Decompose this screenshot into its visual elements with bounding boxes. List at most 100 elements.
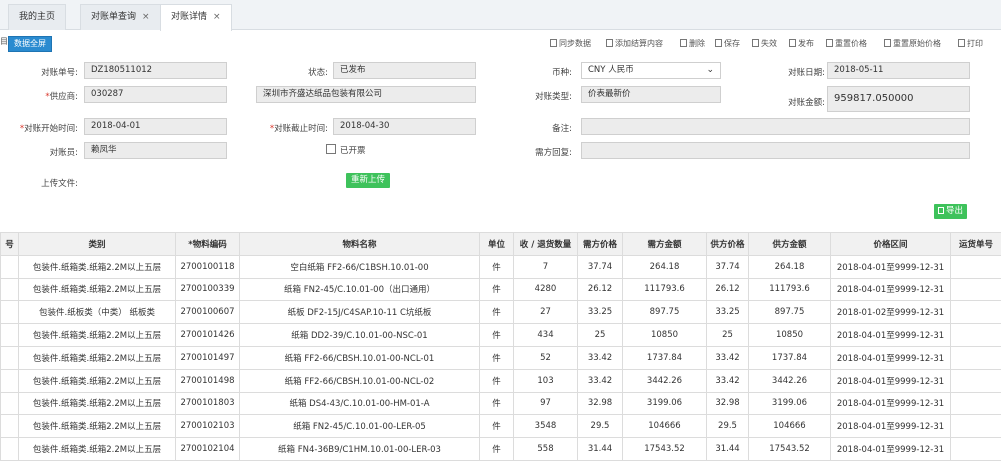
cell-supplier-amount: 897.75 — [748, 300, 831, 325]
delete-button[interactable]: 删除 — [678, 37, 707, 52]
reset-price-button[interactable]: 重置价格 — [824, 37, 869, 52]
cell-category: 包装件.纸箱类.纸箱2.2M以上五层 — [18, 345, 176, 370]
cell-buyer-amount: 10850 — [622, 323, 707, 347]
cell-supplier-amount: 3199.06 — [748, 391, 831, 416]
export-button[interactable]: 导出 — [934, 204, 968, 219]
reupload-button[interactable]: 重新上传 — [346, 173, 391, 188]
cell-no — [0, 414, 19, 439]
cell-material-code: 2700101497 — [175, 345, 240, 370]
currency-select[interactable]: CNY 人民币 ⌄ — [581, 62, 721, 79]
fullscreen-label: 数据全屏 — [14, 39, 46, 48]
cell-no — [0, 345, 19, 370]
statement-table: 号 类别 *物料编码 物料名称 单位 收 / 退货数量 需方价格 需方金额 供方… — [0, 232, 1001, 461]
statement-no-field[interactable]: DZ180511012 — [84, 62, 227, 79]
export-icon — [938, 207, 944, 214]
amount-field[interactable]: 959817.050000 — [827, 86, 970, 112]
statement-type-label: 对账类型: — [535, 92, 572, 102]
supplier-code-field[interactable]: 030287 — [84, 86, 227, 103]
button-label: 删除 — [689, 39, 705, 48]
cell-buyer-price: 33.25 — [577, 300, 623, 325]
publish-button[interactable]: 发布 — [787, 37, 816, 52]
close-icon[interactable]: × — [213, 12, 221, 22]
col-header-material-code[interactable]: *物料编码 — [175, 232, 240, 256]
col-header-category[interactable]: 类别 — [18, 232, 176, 256]
cell-supplier-price: 37.74 — [706, 254, 749, 279]
table-row[interactable]: 包装件.纸箱类.纸箱2.2M以上五层 2700100118 空白纸箱 FF2-66/… — [0, 254, 1001, 279]
cell-waybill-no — [950, 277, 1001, 302]
cell-buyer-price: 32.98 — [577, 391, 623, 416]
cell-material-name: 纸箱 FF2-66/CBSH.10.01-00-NCL-02 — [239, 368, 480, 393]
cell-buyer-amount: 104666 — [622, 414, 707, 439]
cell-category: 包装件.纸箱类.纸箱2.2M以上五层 — [18, 391, 176, 416]
currency-value: CNY 人民币 — [588, 65, 634, 75]
doc-icon — [884, 39, 891, 47]
cell-buyer-price: 33.42 — [577, 368, 623, 393]
fullscreen-button[interactable]: 数据全屏 — [8, 36, 52, 52]
start-time-label: *对账开始时间: — [0, 122, 78, 134]
col-header-buyer-price[interactable]: 需方价格 — [577, 232, 623, 256]
sync-data-button[interactable]: 同步数据 — [548, 37, 593, 52]
cell-waybill-no — [950, 300, 1001, 325]
save-button[interactable]: 保存 — [713, 37, 742, 52]
cell-quantity: 52 — [513, 345, 578, 370]
col-header-waybill-no[interactable]: 运货单号 — [950, 232, 1001, 256]
tab-bar: 我的主页 对账单查询 × 对账详情 × — [0, 0, 1001, 31]
table-row[interactable]: 包装件.纸箱类.纸箱2.2M以上五层 2700101426 纸箱 DD2-39/C.… — [0, 323, 1001, 347]
statement-date-field[interactable]: 2018-05-11 — [827, 62, 970, 79]
col-header-material-name[interactable]: 物料名称 — [239, 232, 480, 256]
label-text: 供应商: — [49, 92, 78, 102]
cell-unit: 件 — [479, 437, 514, 461]
cell-supplier-price: 33.42 — [706, 368, 749, 393]
table-row[interactable]: 包装件.纸箱类.纸箱2.2M以上五层 2700101498 纸箱 FF2-66/CB… — [0, 368, 1001, 393]
cell-unit: 件 — [479, 323, 514, 347]
clerk-field[interactable]: 赖凤华 — [84, 142, 227, 159]
cell-material-code: 2700102104 — [175, 437, 240, 461]
table-row[interactable]: 包装件.纸箱类.纸箱2.2M以上五层 2700101803 纸箱 DS4-43/C.… — [0, 391, 1001, 416]
col-header-supplier-amount[interactable]: 供方金额 — [748, 232, 831, 256]
print-button[interactable]: 打印 — [956, 37, 985, 52]
clerk-label: 对账员: — [49, 148, 78, 158]
col-header-quantity[interactable]: 收 / 退货数量 — [513, 232, 578, 256]
supplier-reply-field[interactable] — [581, 142, 970, 159]
start-time-field[interactable]: 2018-04-01 — [84, 118, 227, 135]
status-label: 状态: — [308, 68, 328, 78]
cell-buyer-price: 26.12 — [577, 277, 623, 302]
cell-supplier-amount: 3442.26 — [748, 368, 831, 393]
cell-material-name: 空白纸箱 FF2-66/C1BSH.10.01-00 — [239, 254, 480, 279]
button-label: 发布 — [798, 39, 814, 48]
table-row[interactable]: 包装件.纸箱类.纸箱2.2M以上五层 2700102103 纸箱 FN2-45/C.… — [0, 414, 1001, 439]
cell-material-code: 2700100607 — [175, 300, 240, 325]
tab-home[interactable]: 我的主页 — [8, 4, 67, 30]
remark-field[interactable] — [581, 118, 970, 135]
close-icon[interactable]: × — [142, 12, 150, 22]
col-header-unit[interactable]: 单位 — [479, 232, 514, 256]
cell-material-code: 2700102103 — [175, 414, 240, 439]
col-header-price-range[interactable]: 价格区间 — [830, 232, 951, 256]
end-time-label: *对账截止时间: — [250, 122, 328, 134]
invalidate-button[interactable]: 失效 — [750, 37, 779, 52]
cell-quantity: 558 — [513, 437, 578, 461]
table-row[interactable]: 包装件.纸板类（中类） 纸板类 2700100607 纸板 DF2-15J/C4SA… — [0, 300, 1001, 325]
col-header-supplier-price[interactable]: 供方价格 — [706, 232, 749, 256]
cell-category: 包装件.纸箱类.纸箱2.2M以上五层 — [18, 254, 176, 279]
col-header-buyer-amount[interactable]: 需方金额 — [622, 232, 707, 256]
doc-icon — [958, 39, 965, 47]
supplier-name-field[interactable]: 深圳市齐盛达纸品包装有限公司 — [256, 86, 476, 103]
add-settlement-button[interactable]: 添加结算内容 — [604, 37, 665, 52]
table-row[interactable]: 包装件.纸箱类.纸箱2.2M以上五层 2700101497 纸箱 FF2-66/CB… — [0, 345, 1001, 370]
end-time-field[interactable]: 2018-04-30 — [333, 118, 476, 135]
cell-supplier-price: 31.44 — [706, 437, 749, 461]
table-row[interactable]: 包装件.纸箱类.纸箱2.2M以上五层 2700102104 纸箱 FN4-36B9/… — [0, 437, 1001, 461]
table-row[interactable]: 包装件.纸箱类.纸箱2.2M以上五层 2700100339 纸箱 FN2-45/C.… — [0, 277, 1001, 302]
tab-statement-query[interactable]: 对账单查询 × — [80, 4, 161, 30]
cell-material-code: 2700100339 — [175, 277, 240, 302]
cell-material-name: 纸箱 FF2-66/CBSH.10.01-00-NCL-01 — [239, 345, 480, 370]
tab-statement-detail[interactable]: 对账详情 × — [160, 4, 232, 31]
status-field[interactable]: 已发布 — [333, 62, 476, 79]
cell-unit: 件 — [479, 300, 514, 325]
statement-type-field[interactable]: 价表最新价 — [581, 86, 721, 103]
remark-label: 备注: — [552, 124, 572, 134]
invoiced-checkbox[interactable] — [326, 144, 336, 154]
col-header-no[interactable]: 号 — [0, 232, 19, 256]
reset-original-price-button[interactable]: 重置原始价格 — [882, 37, 943, 52]
